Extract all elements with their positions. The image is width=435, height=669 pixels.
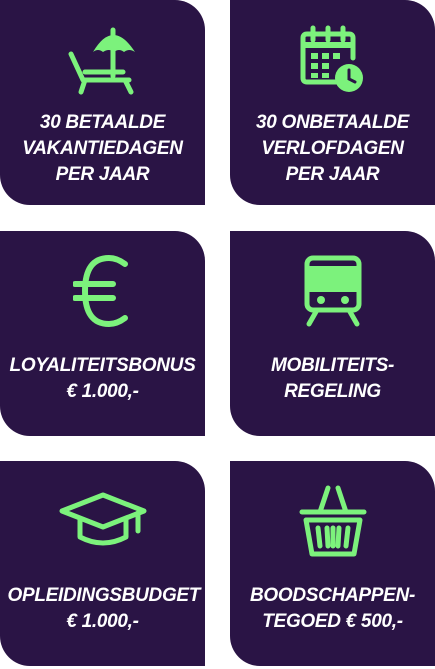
benefit-line: € 1.000,- [66,381,139,402]
benefit-line: LOYALITEITSBONUS [9,355,196,376]
shopping-basket-icon [285,483,381,559]
benefit-card-unpaid-leave: 30 ONBETAALDE VERLOFDAGEN PER JAAR [230,0,435,205]
benefit-line: REGELING [284,381,381,402]
train-icon [285,253,381,329]
benefit-card-loyalty-bonus: LOYALITEITSBONUS € 1.000,- [0,231,205,436]
benefit-label-vacation-days: 30 BETAALDE VAKANTIEDAGEN PER JAAR [8,110,198,188]
graduation-cap-icon [55,483,151,559]
benefit-line: PER JAAR [285,164,380,185]
benefit-card-training-budget: OPLEIDINGSBUDGET € 1.000,- [0,461,205,666]
benefit-label-mobility: MOBILITEITS- REGELING [238,353,428,405]
benefit-label-training-budget: OPLEIDINGSBUDGET € 1.000,- [7,583,201,635]
benefit-line: PER JAAR [55,164,150,185]
benefit-line: VAKANTIEDAGEN [22,138,183,159]
benefit-line: 30 ONBETAALDE [255,112,410,133]
calendar-clock-icon [285,22,381,98]
euro-icon [55,253,151,329]
benefit-card-grocery-credit: BOODSCHAPPEN- TEGOED € 500,- [230,461,435,666]
benefit-card-mobility: MOBILITEITS- REGELING [230,231,435,436]
beach-umbrella-icon [55,22,151,98]
benefit-line: TEGOED € 500,- [262,611,403,632]
benefit-line: 30 BETAALDE [39,112,166,133]
benefit-line: € 1.000,- [66,611,139,632]
benefit-line: VERLOFDAGEN [261,138,404,159]
benefit-label-unpaid-leave: 30 ONBETAALDE VERLOFDAGEN PER JAAR [238,110,428,188]
benefit-card-vacation-days: 30 BETAALDE VAKANTIEDAGEN PER JAAR [0,0,205,205]
benefit-label-grocery-credit: BOODSCHAPPEN- TEGOED € 500,- [238,583,428,635]
benefits-grid: 30 BETAALDE VAKANTIEDAGEN PER JAAR 30 ON… [0,0,435,669]
benefit-line: MOBILITEITS- [270,355,395,376]
benefit-line: OPLEIDINGSBUDGET [7,585,201,606]
benefit-line: BOODSCHAPPEN- [249,585,415,606]
benefit-label-loyalty-bonus: LOYALITEITSBONUS € 1.000,- [8,353,198,405]
